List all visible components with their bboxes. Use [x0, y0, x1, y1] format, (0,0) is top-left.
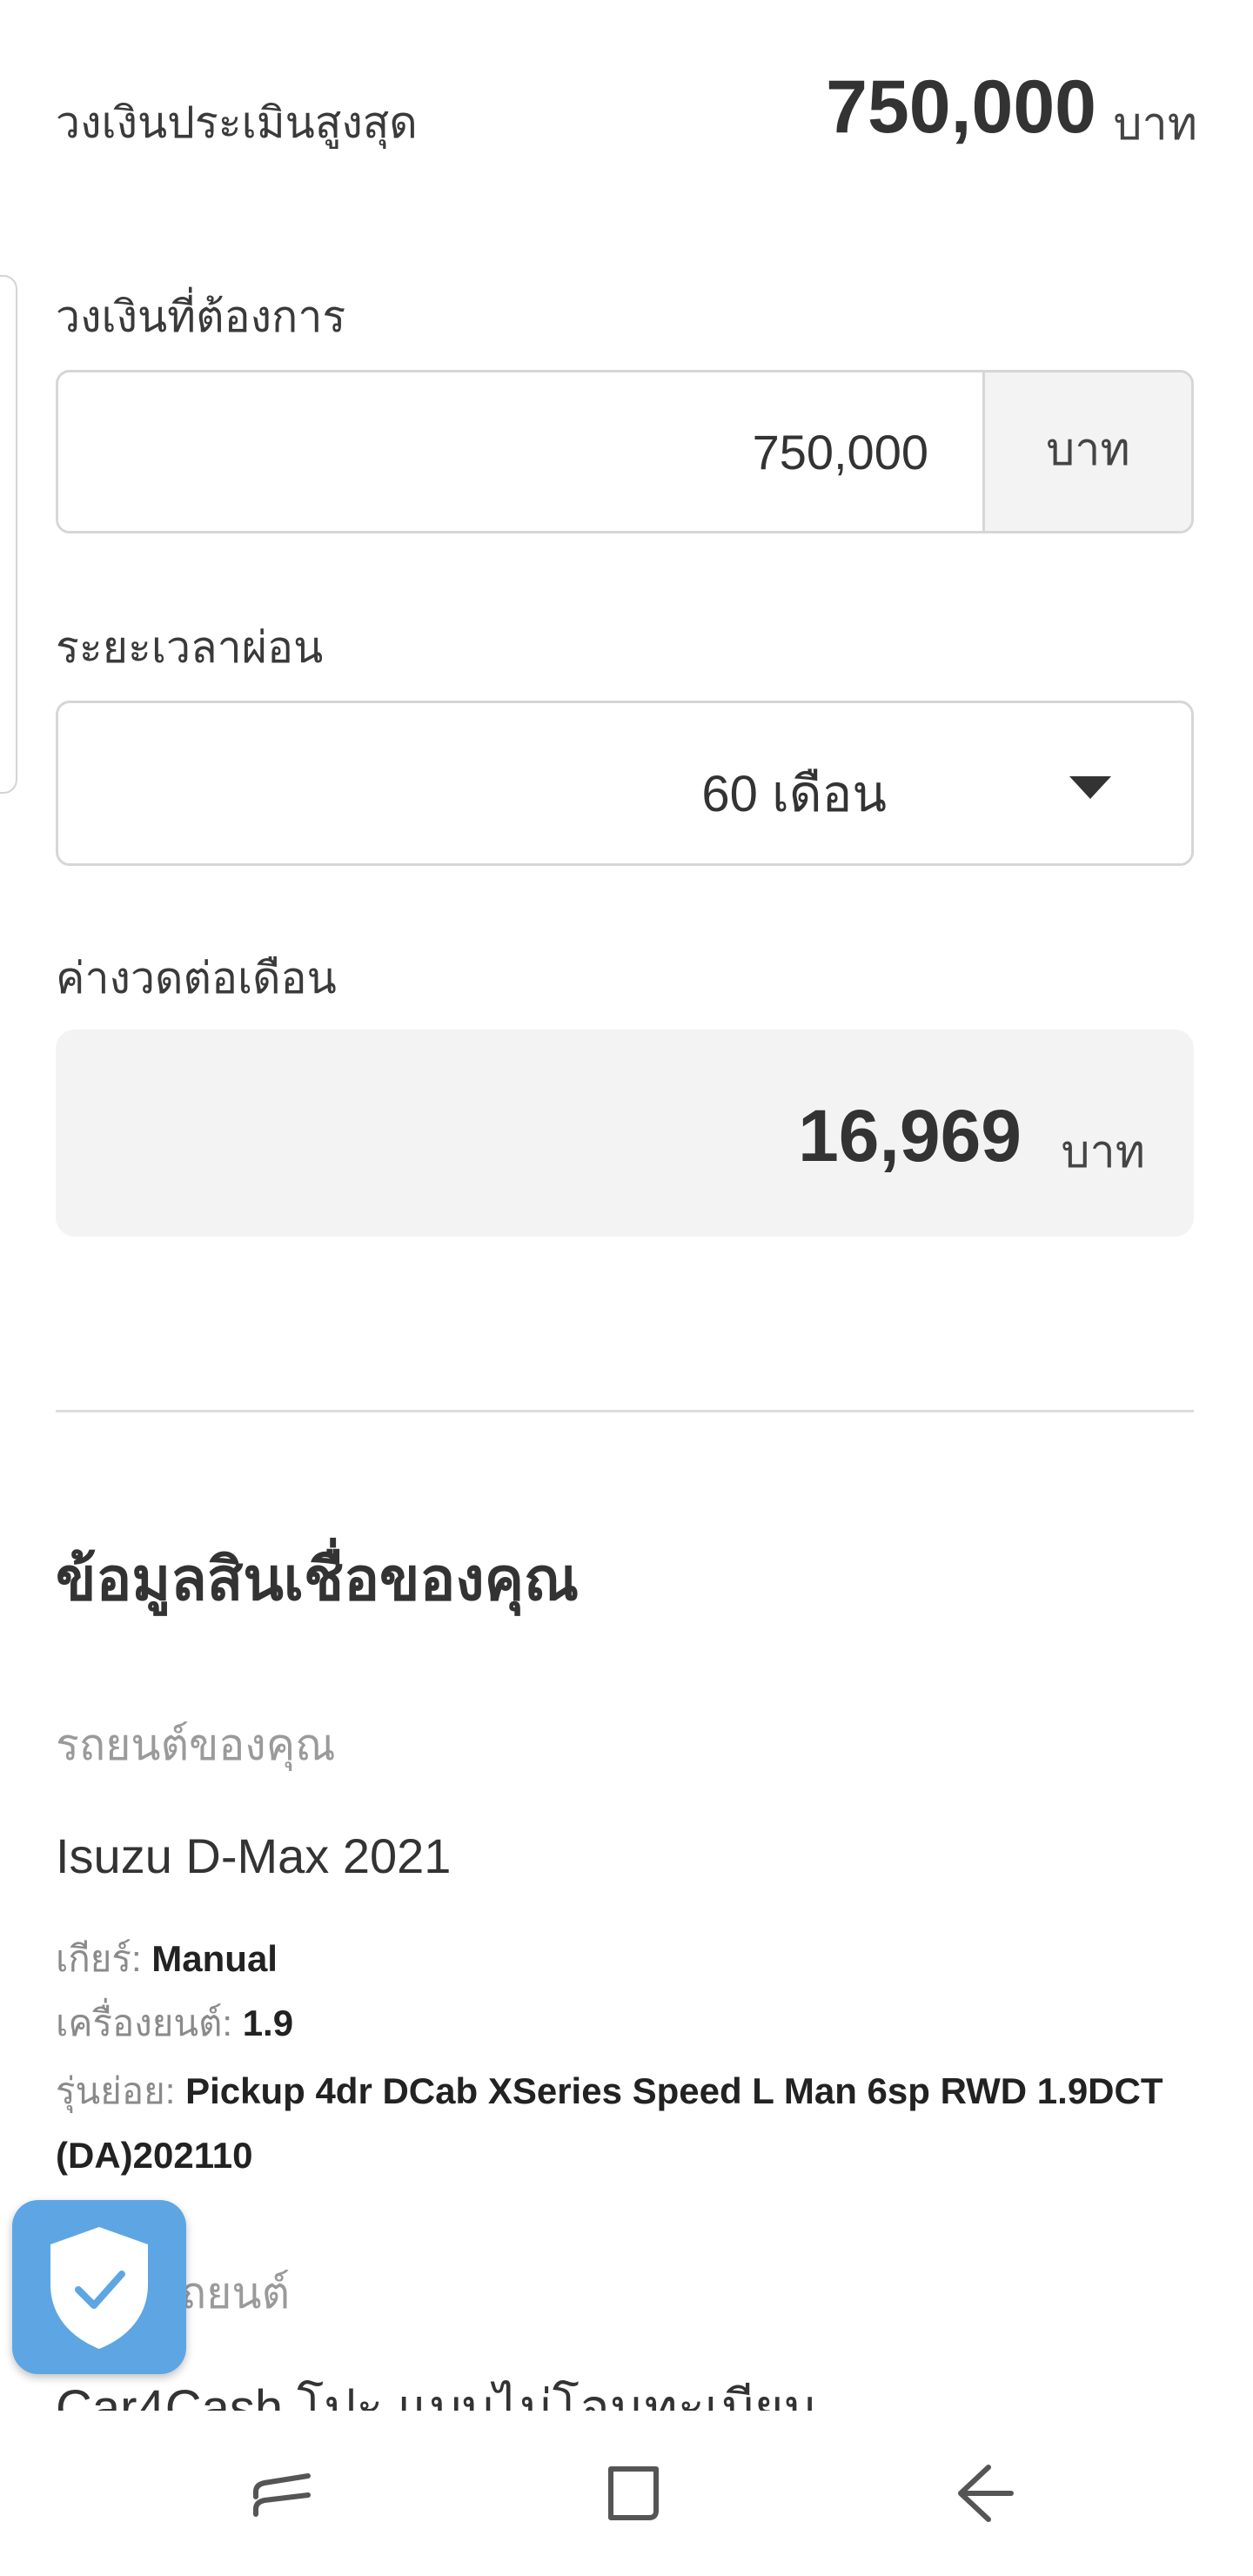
max-limit-unit: บาท — [1113, 99, 1197, 150]
spec-submodel-label: รุ่นย่อย: — [56, 2070, 176, 2111]
spec-gear-label: เกียร์: — [56, 1938, 142, 1979]
max-limit-label: วงเงินประเมินสูงสุด — [56, 98, 418, 147]
car-section-label: รถยนต์ของคุณ — [56, 1721, 336, 1769]
home-button[interactable] — [590, 2450, 677, 2537]
desired-amount-label: วงเงินที่ต้องการ — [56, 292, 346, 341]
duration-select[interactable]: 60 เดือน — [56, 701, 1194, 866]
car-name: Isuzu D-Max 2021 — [56, 1828, 452, 1883]
monthly-installment-unit: บาท — [1061, 1127, 1145, 1177]
spec-submodel-value: Pickup 4dr DCab XSeries Speed L Man 6sp … — [56, 2070, 1163, 2176]
loan-info-title: ข้อมูลสินเชื่อของคุณ — [56, 1546, 580, 1613]
spec-gear-value: Manual — [151, 1938, 278, 1979]
spec-gear: เกียร์: Manual — [56, 1930, 278, 1988]
system-nav-bar — [0, 2411, 1253, 2576]
duration-label: ระยะเวลาผ่อน — [56, 623, 324, 672]
recents-button[interactable] — [238, 2450, 325, 2537]
monthly-installment-label: ค่างวดต่อเดือน — [56, 954, 337, 1003]
privacy-shield-button[interactable] — [12, 2200, 186, 2374]
desired-amount-field: บาท — [56, 370, 1194, 533]
spec-submodel: รุ่นย่อย: Pickup 4dr DCab XSeries Speed … — [56, 2059, 1169, 2188]
duration-selected-value: 60 เดือน — [701, 766, 887, 822]
home-icon — [608, 2466, 659, 2520]
desired-amount-unit: บาท — [982, 372, 1191, 531]
desired-amount-input[interactable] — [58, 372, 982, 531]
caret-down-icon — [1069, 776, 1111, 799]
side-drawer-handle[interactable] — [0, 275, 17, 794]
shield-check-icon — [50, 2227, 148, 2349]
spec-engine: เครื่องยนต์: 1.9 — [56, 1995, 293, 2052]
monthly-installment-panel: 16,969 บาท — [56, 1030, 1194, 1237]
monthly-installment-value: 16,969 — [798, 1095, 1022, 1177]
section-divider — [56, 1410, 1194, 1412]
spec-engine-value: 1.9 — [242, 2002, 294, 2043]
max-limit-value: 750,000 — [826, 65, 1096, 149]
recents-icon — [253, 2473, 311, 2517]
spec-engine-label: เครื่องยนต์: — [56, 2002, 233, 2043]
back-icon — [958, 2465, 1014, 2522]
back-button[interactable] — [941, 2450, 1029, 2537]
